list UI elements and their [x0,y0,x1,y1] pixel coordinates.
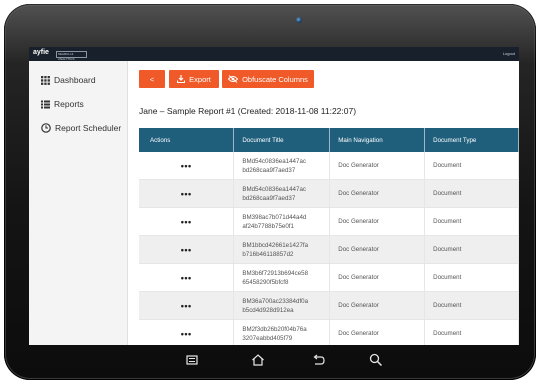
app-screen: ayfie SEARCH & ANALYTICS Logout Dashboar… [29,47,519,345]
document-title-cell: BM398ac7b071d44a4d af24b7788b75e0f1 [233,207,331,236]
document-type-cell: Document [424,263,519,292]
document-type-cell: Document [424,207,519,236]
table-row: ••• BM1bbcd42661e1427fa b716b46118857d2 D… [139,235,519,264]
app-logo-subtitle: SEARCH & ANALYTICS [56,51,87,61]
document-title-line: BMd54c0836ea1447ac [242,157,306,165]
document-title-line: 65458290f5bfcf8 [242,278,289,286]
eye-slash-icon [228,75,239,83]
search-icon[interactable] [369,353,383,367]
main-navigation-cell: Doc Generator [329,152,426,180]
sidebar-item-report-scheduler[interactable]: Report Scheduler [41,121,121,135]
report-title: Jane – Sample Report #1 (Created: 2018-1… [139,106,357,116]
main-navigation-cell: Doc Generator [329,179,426,208]
column-header-main-navigation[interactable]: Main Navigation [329,128,426,152]
row-actions-menu[interactable]: ••• [139,152,235,180]
column-header-document-title[interactable]: Document Title [233,128,331,152]
document-title-line: BMd54c0836ea1447ac [242,185,306,193]
main-navigation-cell: Doc Generator [329,235,426,264]
back-button[interactable]: < [139,70,165,88]
export-button[interactable]: Export [169,70,219,88]
obfuscate-columns-button[interactable]: Obfuscate Columns [222,70,314,88]
camera-icon [296,17,302,23]
main-navigation-cell: Doc Generator [329,207,426,236]
sidebar-item-reports[interactable]: Reports [41,97,84,111]
main-content: < Export Obfuscate Columns Jane – Sample… [128,61,519,345]
export-button-label: Export [189,74,211,84]
row-actions-menu[interactable]: ••• [139,291,235,320]
document-type-cell: Document [424,152,519,180]
document-title-line: BM36a700ac23384df0a [242,297,309,305]
recents-icon[interactable] [185,353,199,367]
row-actions-menu[interactable]: ••• [139,179,235,208]
download-icon [177,75,186,83]
home-icon[interactable] [251,353,265,367]
column-header-document-type[interactable]: Document Type [424,128,519,152]
list-icon [41,100,50,108]
document-type-cell: Document [424,235,519,264]
document-title-cell: BMd54c0836ea1447ac bd268caa9f7aed37 [233,152,331,180]
table-row: ••• BMd54c0836ea1447ac bd268caa9f7aed37 D… [139,179,519,208]
document-title-cell: BMd54c0836ea1447ac bd268caa9f7aed37 [233,179,331,208]
document-title-line: BM1bbcd42661e1427fa [242,241,309,249]
sidebar-item-label: Report Scheduler [55,123,122,133]
report-table: Actions Document Title Main Navigation D… [139,128,519,345]
table-header-row: Actions Document Title Main Navigation D… [139,128,519,152]
table-row: ••• BMd54c0836ea1447ac bd268caa9f7aed37 D… [139,152,519,180]
document-title-line: BM3b6f72913b694ce58 [242,269,309,277]
document-title-line: bd268caa9f7aed37 [242,194,296,202]
back-icon[interactable] [311,353,325,367]
main-navigation-cell: Doc Generator [329,291,426,320]
document-title-cell: BM3b6f72913b694ce58 65458290f5bfcf8 [233,263,331,292]
column-header-actions[interactable]: Actions [139,128,235,152]
row-actions-menu[interactable]: ••• [139,235,235,264]
sidebar-item-label: Dashboard [54,75,96,85]
app-logo: ayfie [33,49,49,56]
sidebar-item-label: Reports [54,99,84,109]
grid-icon [41,75,50,85]
table-row: ••• BM36a700ac23384df0a b5cd4d928d912ea D… [139,291,519,320]
document-title-line: b5cd4d928d912ea [242,306,294,314]
document-type-cell: Document [424,179,519,208]
document-title-cell: BM1bbcd42661e1427fa b716b46118857d2 [233,235,331,264]
obfuscate-columns-label: Obfuscate Columns [242,74,308,84]
tablet-frame: ayfie SEARCH & ANALYTICS Logout Dashboar… [4,4,536,380]
document-title-line: af24b7788b75e0f1 [242,222,294,230]
row-actions-menu[interactable]: ••• [139,263,235,292]
logout-link[interactable]: Logout [503,51,515,56]
clock-icon [41,123,51,133]
sidebar: Dashboard Reports Report Scheduler [29,61,128,345]
document-title-line: b716b46118857d2 [242,250,294,258]
main-navigation-cell: Doc Generator [329,263,426,292]
document-type-cell: Document [424,291,519,320]
document-title-line: BM2f3db26b20f04b76a [242,325,307,333]
back-button-label: < [149,74,155,84]
app-topbar: ayfie SEARCH & ANALYTICS Logout [29,47,519,61]
row-actions-menu[interactable]: ••• [139,207,235,236]
document-title-cell: BM36a700ac23384df0a b5cd4d928d912ea [233,291,331,320]
device-navigation-bar [0,341,540,381]
table-row: ••• BM3b6f72913b694ce58 65458290f5bfcf8 D… [139,263,519,292]
document-title-line: bd268caa9f7aed37 [242,166,296,174]
document-title-line: BM398ac7b071d44a4d [242,213,307,221]
sidebar-item-dashboard[interactable]: Dashboard [41,73,96,87]
table-row: ••• BM398ac7b071d44a4d af24b7788b75e0f1 D… [139,207,519,236]
